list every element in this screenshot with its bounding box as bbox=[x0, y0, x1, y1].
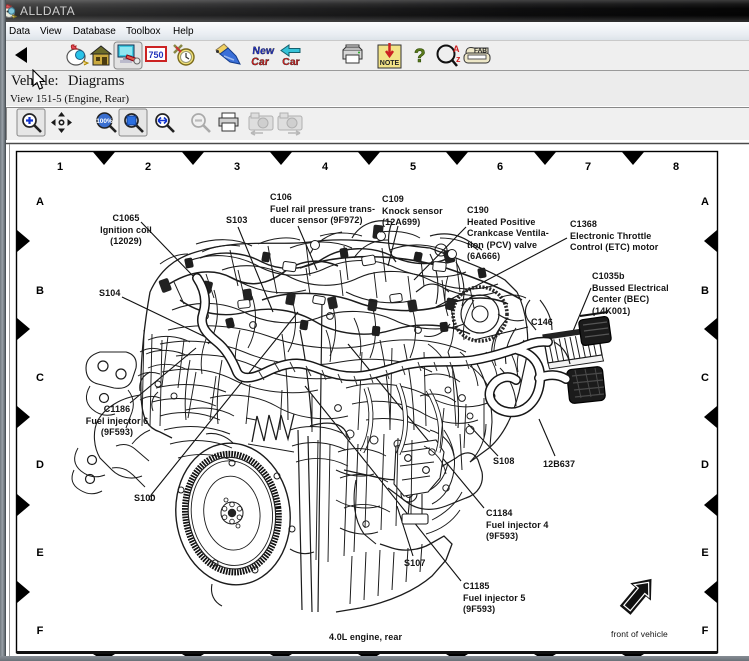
svg-text:750: 750 bbox=[148, 50, 163, 60]
svg-text:z: z bbox=[456, 54, 461, 64]
svg-text:Car: Car bbox=[251, 56, 270, 68]
svg-text:100%: 100% bbox=[96, 118, 113, 125]
svg-text:NOTE: NOTE bbox=[380, 60, 400, 67]
svg-text:C: C bbox=[701, 372, 709, 384]
svg-text:D: D bbox=[36, 459, 44, 471]
svg-text:A: A bbox=[701, 196, 709, 208]
svg-text:?: ? bbox=[414, 46, 426, 67]
svg-text:A: A bbox=[453, 44, 460, 54]
svg-text:2: 2 bbox=[145, 161, 151, 173]
svg-text:F: F bbox=[702, 625, 709, 637]
svg-text:8: 8 bbox=[673, 161, 679, 173]
svg-text:A: A bbox=[36, 196, 44, 208]
svg-text:6: 6 bbox=[497, 161, 503, 173]
svg-text:B: B bbox=[701, 285, 709, 297]
svg-text:7: 7 bbox=[585, 161, 591, 173]
svg-text:E: E bbox=[701, 547, 708, 559]
svg-text:5: 5 bbox=[410, 161, 416, 173]
svg-text:Car: Car bbox=[282, 56, 300, 68]
svg-text:F: F bbox=[37, 625, 44, 637]
svg-text:3: 3 bbox=[234, 161, 240, 173]
svg-text:E: E bbox=[36, 547, 43, 559]
svg-text:FAB: FAB bbox=[474, 48, 487, 55]
svg-text:B: B bbox=[36, 285, 44, 297]
svg-text:C: C bbox=[36, 372, 44, 384]
svg-text:D: D bbox=[701, 459, 709, 471]
svg-text:1: 1 bbox=[57, 161, 63, 173]
svg-text:4: 4 bbox=[322, 161, 329, 173]
